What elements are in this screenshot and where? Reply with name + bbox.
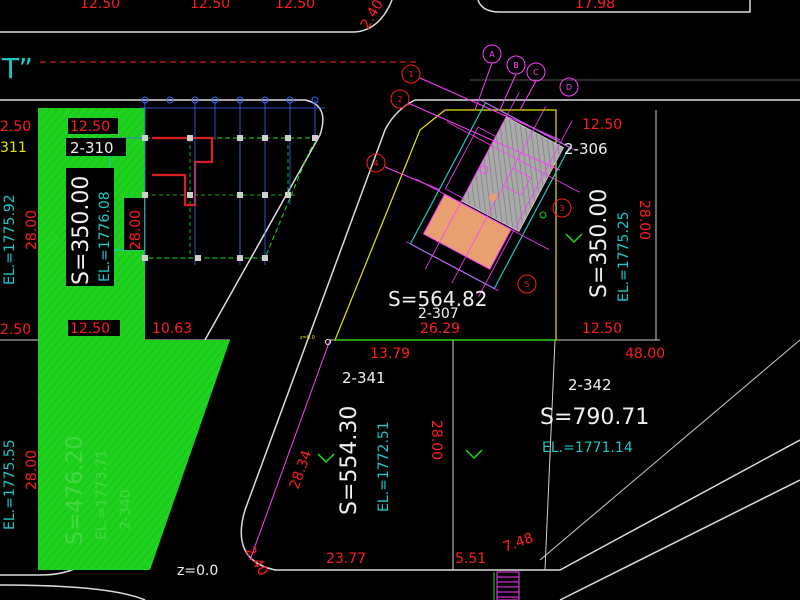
- axis-label-5: 5: [524, 280, 529, 289]
- axis-label-d: D: [566, 83, 572, 92]
- lot-2306-dim-side: 28.00: [636, 200, 652, 240]
- z-label: z=0.0: [177, 563, 218, 579]
- lot-2310-dim-bottom: 12.50: [70, 321, 110, 337]
- lot-2341-dim-side: 28.34: [287, 448, 316, 491]
- lot-2307-dim-1379: 13.79: [370, 346, 410, 362]
- left-elevation-lower: EL.=1775.55: [2, 439, 18, 530]
- lot-2310-area: S=350.00: [69, 176, 94, 285]
- lot-2342-area: S=790.71: [540, 405, 649, 430]
- left-lot-code: 311: [0, 140, 27, 156]
- lot-2341-area: S=554.30: [337, 406, 362, 515]
- lot-2340-area: S=476.20: [63, 436, 88, 545]
- lot-2340-code: 2-340: [118, 489, 134, 530]
- lot-2341-dim-vert: 28.00: [428, 420, 444, 460]
- lot-2342-code: 2-342: [568, 376, 612, 394]
- left-dim-mid: 2.50: [0, 322, 31, 338]
- road-angle-bottom: 2.40: [242, 544, 271, 579]
- top-dim-2: 12.50: [190, 0, 230, 12]
- axis-label-b: B: [513, 61, 519, 70]
- lot-2306-area: S=350.00: [587, 189, 612, 298]
- axis-label-2: 2: [397, 95, 402, 104]
- stair-symbol: [493, 571, 520, 600]
- lot-2341-code: 2-341: [342, 369, 386, 387]
- lot-2310-dim-1063: 10.63: [152, 321, 192, 337]
- top-dim-3: 12.50: [275, 0, 315, 12]
- lot-2310-dim-top: 12.50: [70, 119, 110, 135]
- left-dim-28-lower: 28.00: [24, 450, 40, 490]
- lot-2341-dim-bottom: 23.77: [326, 551, 366, 567]
- axis-label-4: 4: [373, 159, 378, 168]
- lot-2342-elevation: EL.=1771.14: [542, 440, 633, 456]
- cad-drawing-canvas[interactable]: A B C D 1 2 3 4 5 12.50 12.50 12.50 17.9…: [0, 0, 800, 600]
- lot-2310-elevation: EL.=1776.08: [97, 191, 113, 282]
- lot-2306-elevation: EL.=1775.25: [616, 211, 632, 302]
- axis-label-a: A: [489, 50, 495, 59]
- lot-2341-side-line: [249, 339, 331, 561]
- cad-viewport[interactable]: A B C D 1 2 3 4 5 12.50 12.50 12.50 17.9…: [0, 0, 800, 600]
- lot-2306-dim-bottom: 12.50: [582, 321, 622, 337]
- lot-2307-labels[interactable]: S=564.82 2-307 26.29 13.79: [370, 287, 487, 362]
- lot-2307-code: 2-307: [418, 306, 459, 322]
- lot-2340-elevation: EL.=1773.71: [94, 449, 110, 540]
- lot-2341-labels[interactable]: 2-341 S=554.30 EL.=1772.51 28.34 28.00 2…: [287, 369, 444, 567]
- lot-2310-code: 2-310: [70, 139, 114, 157]
- lot-2341-elevation: EL.=1772.51: [376, 421, 392, 512]
- lot-2342-dim-551: 5.51: [455, 551, 486, 567]
- lot-2306-code: 2-306: [564, 140, 608, 158]
- top-dim-1: 12.50: [80, 0, 120, 12]
- axis-label-c: C: [533, 68, 539, 77]
- title-fragment: T”: [1, 52, 33, 85]
- left-dim-28: 28.00: [24, 210, 40, 250]
- lot-2307-dim-bottom: 26.29: [420, 321, 460, 337]
- top-dim-4: 17.98: [575, 0, 615, 12]
- small-z-label: z=0.0: [300, 335, 315, 341]
- lot-2342-dim-top: 48.00: [625, 346, 665, 362]
- lot-2310-dim-side: 28.00: [128, 210, 144, 250]
- left-dim-top: 2.50: [0, 119, 31, 135]
- left-elevation: EL.=1775.92: [2, 194, 18, 285]
- axis-label-3: 3: [559, 204, 564, 213]
- lot-2342-dim-748: 7.48: [501, 530, 536, 556]
- lot-2306-dim-top: 12.50: [582, 117, 622, 133]
- lot-2342-labels[interactable]: 48.00 2-342 S=790.71 EL.=1771.14 5.51 7.…: [455, 346, 665, 567]
- axis-label-1: 1: [408, 70, 413, 79]
